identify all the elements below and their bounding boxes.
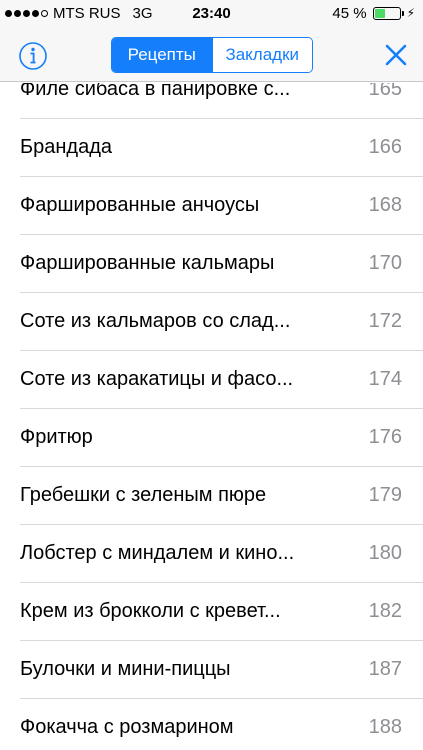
segment-bookmarks[interactable]: Закладки <box>211 38 312 72</box>
list-item[interactable]: Фаршированные анчоусы 168 <box>20 177 423 235</box>
list-item[interactable]: Соте из кальмаров со слад... 172 <box>20 293 423 351</box>
recipe-title: Брандада <box>20 136 113 158</box>
recipe-page-number: 172 <box>368 310 402 332</box>
list-item[interactable]: Фритюр 176 <box>20 409 423 467</box>
recipe-page-number: 187 <box>368 658 402 680</box>
status-right: 45 % ⚡ <box>332 5 415 22</box>
list-item[interactable]: Крем из брокколи с кревет... 182 <box>20 583 423 641</box>
list-item[interactable]: Лобстер с миндалем и кино... 180 <box>20 525 423 583</box>
recipe-title: Филе сибаса в панировке с... <box>20 83 291 100</box>
recipe-page-number: 176 <box>368 426 402 448</box>
recipe-title: Фаршированные анчоусы <box>20 194 260 216</box>
battery-tip <box>401 11 404 16</box>
recipe-page-number: 180 <box>368 542 402 564</box>
recipe-list: Филе сибаса в панировке с... 165 Брандада 1… <box>0 83 423 750</box>
recipe-title: Лобстер с миндалем и кино... <box>20 542 295 564</box>
navigation-bar: Рецепты Закладки <box>0 28 423 82</box>
info-icon <box>19 42 47 70</box>
recipe-page-number: 168 <box>368 194 402 216</box>
list-item[interactable]: Филе сибаса в панировке с... 165 <box>20 83 423 119</box>
charging-bolt-icon: ⚡ <box>406 6 415 20</box>
recipe-page-number: 174 <box>368 368 402 390</box>
recipe-page-number: 170 <box>368 252 402 274</box>
close-icon <box>385 44 407 66</box>
battery-fill <box>374 9 386 18</box>
list-item[interactable]: Булочки и мини-пиццы 187 <box>20 641 423 699</box>
list-item[interactable]: Фокачча с розмарином 188 <box>20 699 423 750</box>
recipe-page-number: 179 <box>368 484 402 506</box>
battery-percent: 45 % <box>332 5 367 22</box>
recipe-title: Фаршированные кальмары <box>20 252 275 274</box>
recipe-title: Фритюр <box>20 426 93 448</box>
recipe-title: Булочки и мини-пиццы <box>20 658 231 680</box>
recipe-title: Соте из кальмаров со слад... <box>20 310 291 332</box>
recipe-title: Соте из каракатицы и фасо... <box>20 368 294 390</box>
recipe-page-number: 166 <box>368 136 402 158</box>
recipe-title: Гребешки с зеленым пюре <box>20 484 267 506</box>
close-button[interactable] <box>383 42 409 68</box>
status-bar: MTS RUS 3G 23:40 45 % ⚡ <box>0 0 423 28</box>
recipe-page-number: 188 <box>368 716 402 738</box>
info-button[interactable] <box>18 41 48 71</box>
list-item[interactable]: Гребешки с зеленым пюре 179 <box>20 467 423 525</box>
segmented-control: Рецепты Закладки <box>111 37 313 73</box>
segment-recipes[interactable]: Рецепты <box>112 38 212 72</box>
recipe-title: Крем из брокколи с кревет... <box>20 600 281 622</box>
recipe-page-number: 165 <box>368 83 402 100</box>
recipe-title: Фокачча с розмарином <box>20 716 234 738</box>
recipe-list-viewport[interactable]: Филе сибаса в панировке с... 165 Брандада 1… <box>0 83 423 750</box>
list-item[interactable]: Соте из каракатицы и фасо... 174 <box>20 351 423 409</box>
list-item[interactable]: Фаршированные кальмары 170 <box>20 235 423 293</box>
battery-icon <box>372 7 404 20</box>
recipe-page-number: 182 <box>368 600 402 622</box>
list-item[interactable]: Брандада 166 <box>20 119 423 177</box>
